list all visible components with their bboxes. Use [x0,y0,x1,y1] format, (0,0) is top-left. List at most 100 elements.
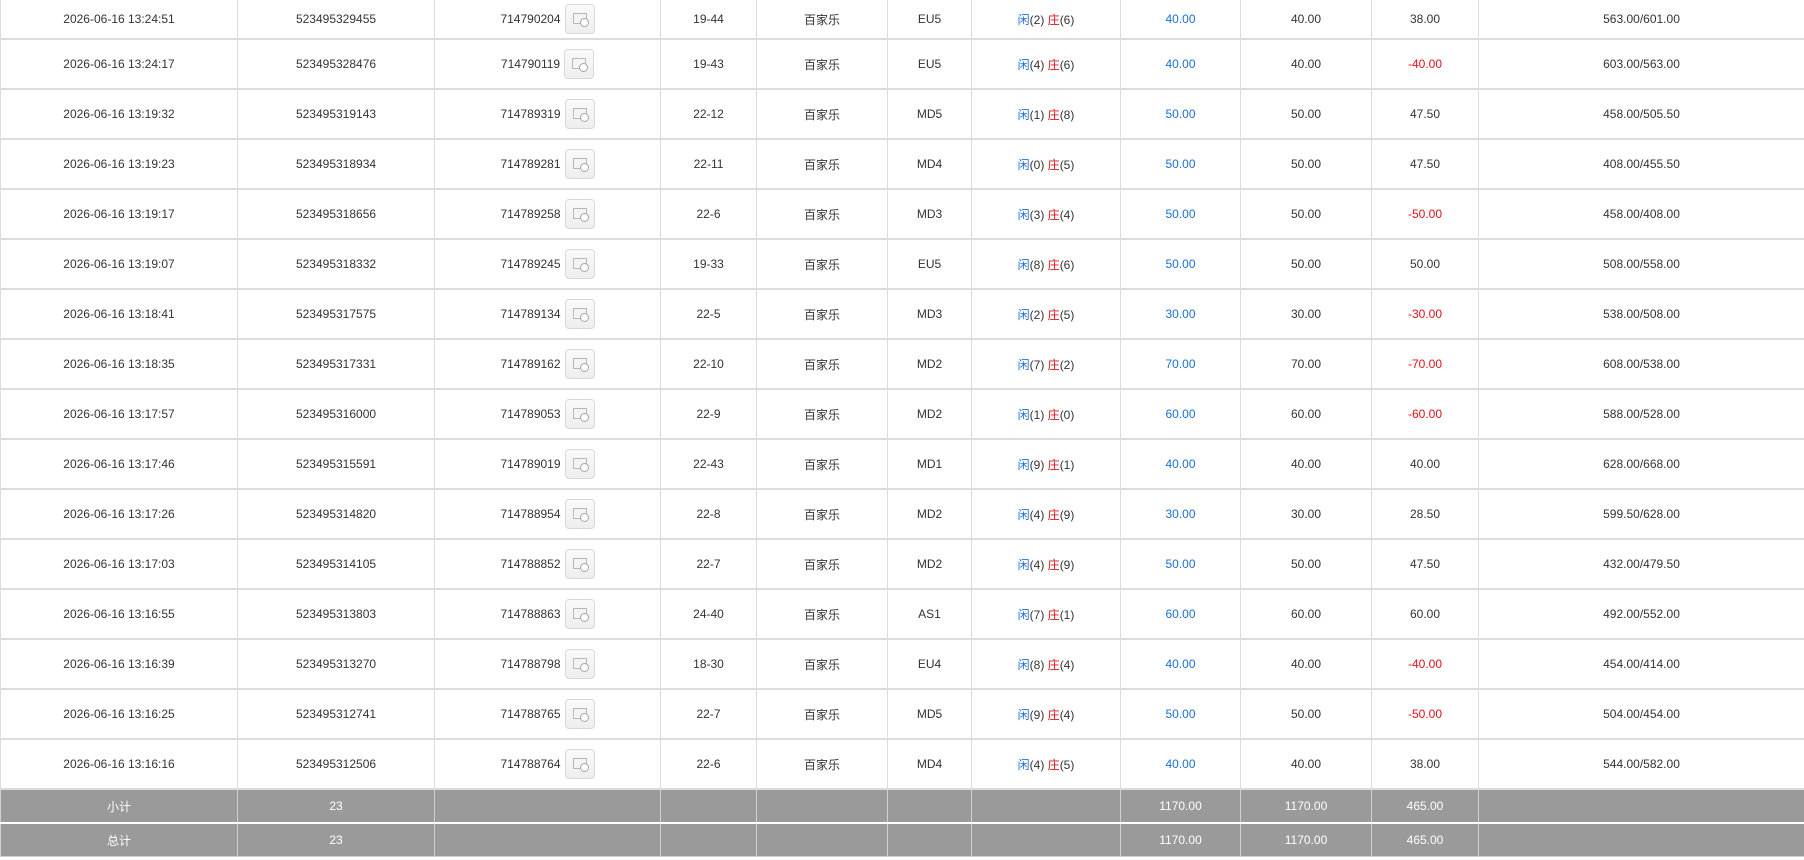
game-name: 百家乐 [756,339,888,390]
player-value: (4) [1029,757,1045,772]
balance-change: 563.00/601.00 [1478,0,1804,40]
bet-time: 2026-06-16 13:17:26 [0,489,238,540]
balance-change: 504.00/454.00 [1478,689,1804,740]
bet-time: 2026-06-16 13:19:17 [0,189,238,240]
player-value: (1) [1029,407,1045,422]
result-cell: 闲(1) 庄(8) [971,89,1121,140]
detail-view-icon[interactable] [564,49,595,79]
win-loss: 47.50 [1371,89,1479,140]
detail-view-icon[interactable] [564,149,595,179]
bet-id: 523495317575 [237,289,435,340]
valid-bet: 50.00 [1240,539,1372,590]
ticket-cell: 714788954 [434,489,661,540]
table-code: MD1 [887,439,972,490]
ticket-number: 714788863 [500,607,561,621]
banker-value: (2) [1059,357,1075,372]
detail-view-icon[interactable] [564,399,595,429]
balance-change: 508.00/558.00 [1478,239,1804,290]
detail-view-icon[interactable] [564,499,595,529]
table-row: 2026-06-16 13:17:26 523495314820 7147889… [0,489,1804,540]
win-loss: -40.00 [1371,639,1479,690]
table-row: 2026-06-16 13:24:17 523495328476 7147901… [0,39,1804,90]
banker-value: (5) [1059,757,1075,772]
banker-label: 庄 [1047,107,1060,122]
result-cell: 闲(9) 庄(4) [971,689,1121,740]
detail-view-icon[interactable] [564,699,595,729]
bet-amount: 60.00 [1120,389,1241,440]
game-name: 百家乐 [756,539,888,590]
player-label: 闲 [1017,207,1030,222]
subtotal-label: 小计 [0,788,238,824]
player-value: (4) [1029,507,1045,522]
subtotal-win: 465.00 [1371,788,1479,824]
banker-value: (6) [1059,12,1075,27]
win-loss: 38.00 [1371,0,1479,40]
balance-change: 432.00/479.50 [1478,539,1804,590]
player-label: 闲 [1017,107,1030,122]
balance-change: 454.00/414.00 [1478,639,1804,690]
detail-view-icon[interactable] [564,349,595,379]
bet-id: 523495318656 [237,189,435,240]
valid-bet: 50.00 [1240,239,1372,290]
bet-time: 2026-06-16 13:24:17 [0,39,238,90]
banker-label: 庄 [1047,357,1060,372]
player-label: 闲 [1017,557,1030,572]
result-cell: 闲(4) 庄(9) [971,539,1121,590]
table-code: MD4 [887,739,972,790]
balance-change: 603.00/563.00 [1478,39,1804,90]
game-name: 百家乐 [756,139,888,190]
game-name: 百家乐 [756,239,888,290]
bet-amount: 50.00 [1120,89,1241,140]
bet-amount: 60.00 [1120,589,1241,640]
detail-view-icon[interactable] [564,4,595,34]
banker-value: (6) [1059,57,1075,72]
bet-id: 523495313803 [237,589,435,640]
win-loss: 50.00 [1371,239,1479,290]
banker-value: (9) [1059,507,1075,522]
banker-value: (4) [1059,207,1075,222]
game-name: 百家乐 [756,589,888,640]
banker-label: 庄 [1047,307,1060,322]
detail-view-icon[interactable] [564,199,595,229]
result-cell: 闲(4) 庄(6) [971,39,1121,90]
banker-label: 庄 [1047,457,1060,472]
round-number: 19-33 [660,239,757,290]
detail-view-icon[interactable] [564,749,595,779]
player-value: (4) [1029,557,1045,572]
valid-bet: 50.00 [1240,89,1372,140]
valid-bet: 50.00 [1240,689,1372,740]
bet-id: 523495312741 [237,689,435,740]
valid-bet: 40.00 [1240,39,1372,90]
ticket-number: 714790119 [500,57,561,71]
table-row: 2026-06-16 13:19:17 523495318656 7147892… [0,189,1804,240]
total-count: 23 [237,822,435,857]
ticket-cell: 714789053 [434,389,661,440]
detail-view-icon[interactable] [564,99,595,129]
game-name: 百家乐 [756,439,888,490]
valid-bet: 30.00 [1240,489,1372,540]
win-loss: -40.00 [1371,39,1479,90]
bet-id: 523495329455 [237,0,435,40]
subtotal-count: 23 [237,788,435,824]
banker-value: (8) [1059,107,1075,122]
result-cell: 闲(2) 庄(6) [971,0,1121,40]
bet-records-body: 2026-06-16 13:24:51 523495329455 7147902… [0,0,1804,790]
balance-change: 544.00/582.00 [1478,739,1804,790]
detail-view-icon[interactable] [564,299,595,329]
win-loss: -50.00 [1371,689,1479,740]
detail-view-icon[interactable] [564,549,595,579]
detail-view-icon[interactable] [564,649,595,679]
banker-value: (5) [1059,307,1075,322]
banker-value: (1) [1059,457,1075,472]
bet-amount: 50.00 [1120,139,1241,190]
detail-view-icon[interactable] [564,599,595,629]
banker-value: (0) [1059,407,1075,422]
detail-view-icon[interactable] [564,449,595,479]
subtotal-bet: 1170.00 [1120,788,1241,824]
player-label: 闲 [1017,357,1030,372]
detail-view-icon[interactable] [564,249,595,279]
round-number: 22-9 [660,389,757,440]
result-cell: 闲(3) 庄(4) [971,189,1121,240]
table-code: MD2 [887,339,972,390]
ticket-number: 714788798 [500,657,561,671]
